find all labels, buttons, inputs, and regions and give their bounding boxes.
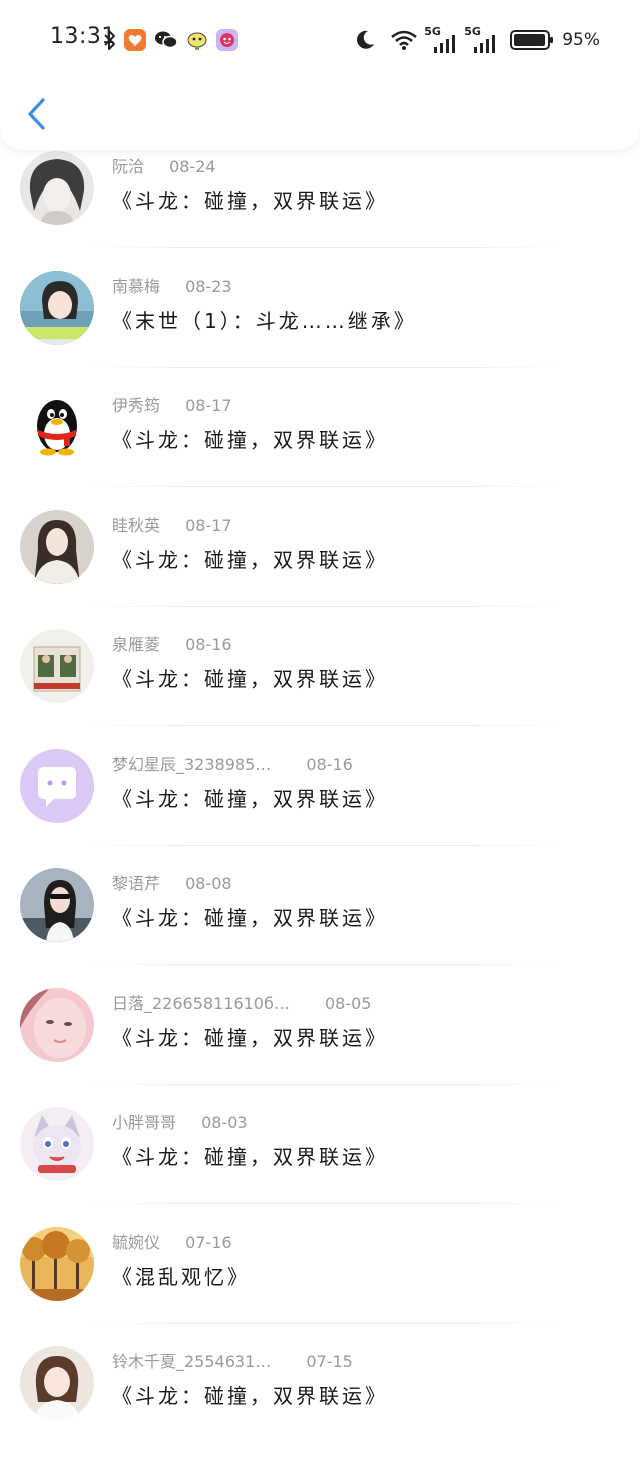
divider	[90, 1083, 560, 1085]
comment-meta: 毓婉仪 07-16	[112, 1229, 232, 1253]
book-title[interactable]: 《斗龙：碰撞，双界联运》	[112, 1380, 388, 1409]
comment-date: 08-17	[185, 515, 232, 535]
avatar[interactable]	[20, 1346, 94, 1420]
face-app-icon	[216, 29, 238, 51]
user-name[interactable]: 伊秀筠	[112, 392, 160, 416]
divider	[90, 366, 560, 368]
top-app-bar: 13:31 5G 5G 95%	[0, 0, 640, 150]
comment-date: 08-16	[306, 754, 353, 774]
mascot-app-icon	[186, 29, 208, 51]
avatar[interactable]	[20, 1226, 94, 1301]
system-icons: 5G 5G 95%	[354, 25, 600, 55]
comment-meta: 眭秋英 08-17	[112, 512, 232, 536]
book-title[interactable]: 《斗龙：碰撞，双界联运》	[112, 544, 388, 573]
user-name[interactable]: 小胖哥哥	[112, 1109, 176, 1133]
divider	[90, 486, 560, 487]
avatar[interactable]	[20, 868, 94, 942]
comment-meta: 梦幻星辰_3238985… 08-16	[112, 751, 353, 775]
book-title[interactable]: 《斗龙：碰撞，双界联运》	[112, 1022, 388, 1051]
wechat-icon	[154, 30, 178, 50]
list-item[interactable]: 梦幻星辰_3238985… 08-16 《斗龙：碰撞，双界联运》	[0, 748, 640, 869]
comment-date: 08-23	[185, 276, 232, 296]
list-item[interactable]: 毓婉仪 07-16 《混乱观忆》	[0, 1226, 640, 1347]
comment-meta: 泉雁菱 08-16	[112, 631, 232, 655]
user-name[interactable]: 铃木千夏_2554631…	[112, 1348, 271, 1372]
book-title[interactable]: 《斗龙：碰撞，双界联运》	[112, 783, 388, 812]
book-title[interactable]: 《斗龙：碰撞，双界联运》	[112, 902, 388, 931]
avatar[interactable]	[20, 509, 94, 584]
comment-date: 07-15	[306, 1352, 353, 1371]
comment-meta: 南慕梅 08-23	[112, 273, 232, 297]
user-name[interactable]: 梦幻星辰_3238985…	[112, 751, 271, 775]
wifi-icon	[390, 29, 418, 51]
avatar[interactable]	[20, 270, 94, 345]
comment-date: 08-03	[201, 1113, 248, 1132]
divider	[90, 1322, 560, 1324]
battery-percent: 95%	[562, 30, 600, 50]
chat-bubble-icon[interactable]	[20, 748, 94, 823]
divider	[90, 844, 560, 846]
user-name[interactable]: 黎语芹	[112, 870, 160, 894]
bluetooth-icon	[104, 29, 116, 51]
divider	[90, 1203, 560, 1204]
signal-5g-icon-2: 5G	[464, 25, 498, 53]
divider	[90, 605, 560, 607]
comment-date: 08-05	[324, 993, 372, 1013]
comment-meta: 黎语芹 08-08	[112, 870, 232, 894]
list-item[interactable]: 日落_22665811610б… 08-05 《斗龙：碰撞，双界联运》	[0, 987, 640, 1108]
user-name[interactable]: 眭秋英	[112, 512, 160, 536]
list-item[interactable]: 泉雁菱 08-16 《斗龙：碰撞，双界联运》	[0, 629, 640, 749]
avatar[interactable]	[20, 151, 94, 225]
user-name[interactable]: 泉雁菱	[112, 631, 160, 655]
list-item[interactable]: 伊秀筠 08-17 《斗龙：碰撞，双界联运》	[0, 390, 640, 510]
user-name[interactable]: 南慕梅	[112, 273, 160, 297]
comment-meta: 日落_22665811610б… 08-05	[112, 990, 371, 1014]
comment-date: 08-08	[185, 874, 232, 893]
list-item[interactable]: 小胖哥哥 08-03 《斗龙：碰撞，双界联运》	[0, 1107, 640, 1227]
moon-icon	[354, 29, 376, 51]
back-button[interactable]	[18, 96, 54, 136]
comment-date: 08-24	[169, 157, 216, 176]
book-title[interactable]: 《斗龙：碰撞，双界联运》	[112, 663, 388, 692]
book-title[interactable]: 《末世（1）：斗龙……继承》	[112, 305, 417, 334]
book-title[interactable]: 《斗龙：碰撞，双界联运》	[112, 185, 388, 214]
divider	[90, 725, 560, 726]
divider	[90, 247, 560, 248]
list-item[interactable]: 阮洽 08-24 《斗龙：碰撞，双界联运》	[0, 151, 640, 271]
avatar[interactable]	[20, 987, 94, 1062]
comment-date: 08-16	[185, 635, 232, 654]
comment-meta: 伊秀筠 08-17	[112, 392, 232, 416]
status-bar: 13:31 5G 5G 95%	[0, 22, 640, 58]
user-name[interactable]: 阮洽	[112, 153, 144, 177]
battery-icon	[510, 29, 554, 51]
user-name[interactable]: 毓婉仪	[112, 1229, 160, 1253]
list-item[interactable]: 眭秋英 08-17 《斗龙：碰撞，双界联运》	[0, 509, 640, 630]
book-title[interactable]: 《斗龙：碰撞，双界联运》	[112, 1141, 388, 1170]
comment-date: 08-17	[185, 396, 232, 415]
heart-app-icon	[124, 29, 146, 51]
comment-meta: 铃木千夏_2554631… 07-15	[112, 1348, 353, 1372]
comment-date: 07-16	[185, 1232, 232, 1252]
user-name[interactable]: 日落_22665811610б…	[112, 990, 290, 1014]
list-item[interactable]: 南慕梅 08-23 《末世（1）：斗龙……继承》	[0, 270, 640, 391]
avatar[interactable]	[20, 1107, 94, 1181]
penguin-icon[interactable]	[20, 390, 94, 464]
comment-meta: 阮洽 08-24	[112, 153, 216, 177]
book-title[interactable]: 《混乱观忆》	[112, 1261, 250, 1290]
divider	[90, 964, 560, 965]
notification-icons	[104, 27, 238, 53]
signal-5g-icon-1: 5G	[424, 25, 458, 53]
list-item[interactable]: 铃木千夏_2554631… 07-15 《斗龙：碰撞，双界联运》	[0, 1346, 640, 1466]
chevron-left-icon	[25, 97, 47, 135]
list-item[interactable]: 黎语芹 08-08 《斗龙：碰撞，双界联运》	[0, 868, 640, 988]
avatar[interactable]	[20, 629, 94, 703]
book-title[interactable]: 《斗龙：碰撞，双界联运》	[112, 424, 388, 453]
comment-meta: 小胖哥哥 08-03	[112, 1109, 248, 1133]
